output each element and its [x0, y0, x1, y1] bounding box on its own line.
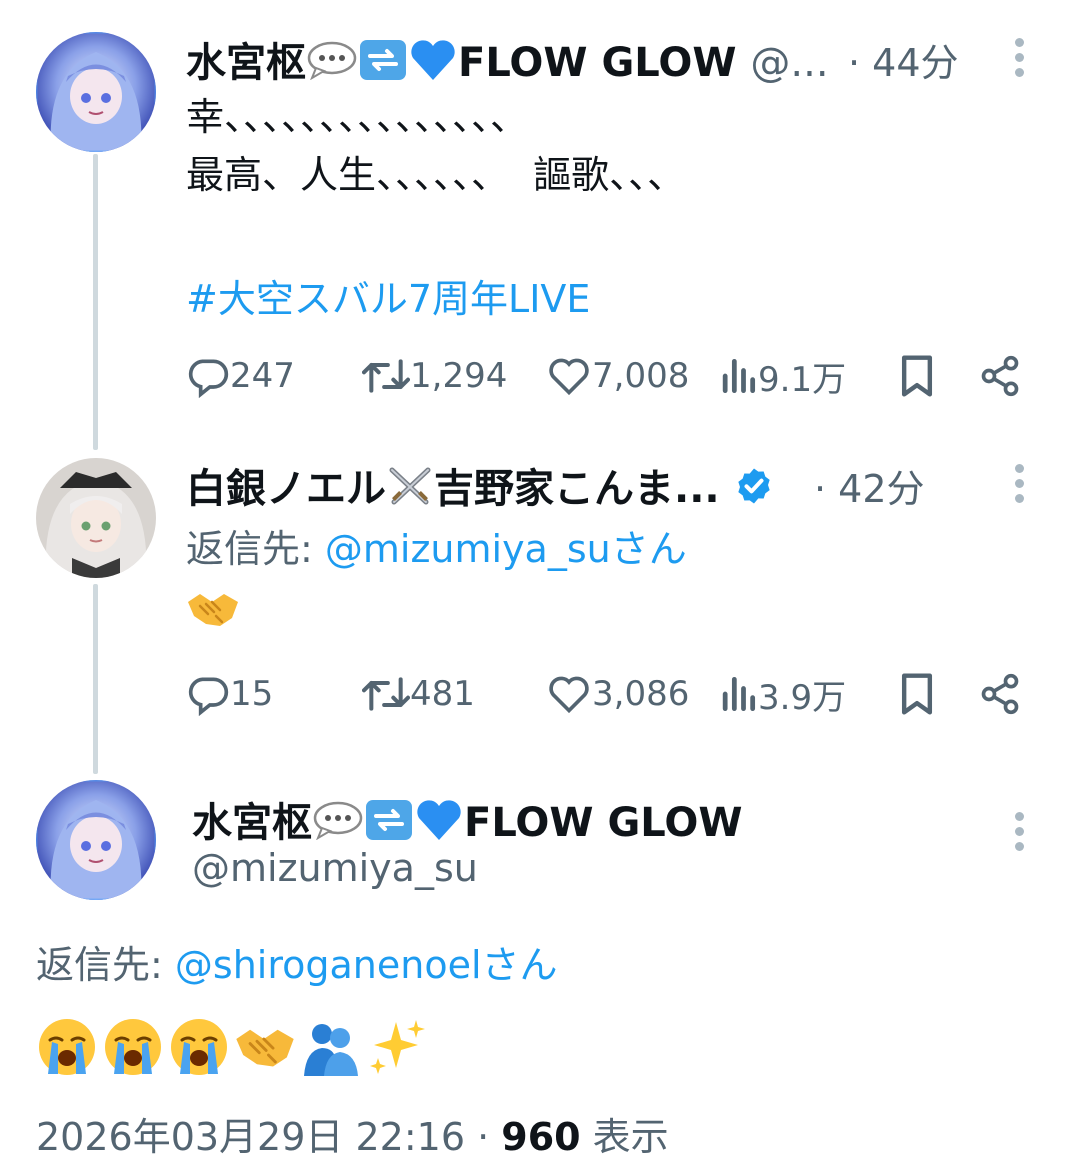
bookmark-icon [901, 673, 933, 715]
share-button[interactable] [978, 346, 1022, 406]
handshake-icon [186, 588, 240, 634]
blue-heart-icon [414, 798, 464, 852]
tweet-actions: 247 1,294 7,008 9.1万 [186, 346, 1036, 406]
like-button[interactable]: 7,008 [546, 346, 689, 406]
views-count: 9.1万 [758, 359, 847, 400]
retweet-button[interactable]: 1,294 [362, 346, 507, 406]
display-name: 白銀ノエル [186, 466, 386, 512]
like-icon [549, 358, 589, 396]
reply-to: 返信先: @shiroganenoelさん [36, 934, 558, 989]
views-icon [722, 358, 756, 394]
avatar[interactable] [36, 780, 156, 900]
loudly-crying-face-icon [105, 1019, 161, 1075]
retweet-button[interactable]: 481 [362, 664, 475, 724]
reply-count: 15 [230, 674, 274, 714]
display-name-suffix: FLOW GLOW [458, 40, 737, 86]
more-icon[interactable] [1015, 464, 1025, 509]
like-icon [549, 676, 589, 714]
retweet-count: 481 [410, 674, 475, 714]
author-name[interactable]: 白銀ノエル 吉野家こんま... [186, 456, 774, 518]
author-name[interactable]: 水宮枢 FLOW GLOW [192, 790, 742, 852]
timestamp-line: 2026年03月29日 22:16 · 960 表示 [36, 1106, 669, 1161]
crossed-swords-icon [386, 464, 434, 518]
repeat-button-icon [358, 38, 408, 92]
more-icon[interactable] [1015, 812, 1025, 857]
handshake-icon [236, 1029, 294, 1067]
people-hugging-icon [304, 1024, 358, 1076]
views-button[interactable]: 3.9万 [718, 664, 846, 724]
retweet-count: 1,294 [410, 356, 508, 396]
main-tweet-body [36, 1014, 428, 1080]
avatar[interactable] [36, 32, 156, 152]
reply-to-mention[interactable]: @shiroganenoel [175, 943, 482, 987]
handle[interactable]: @mizumiya_su [192, 846, 478, 890]
reply-button[interactable]: 247 [186, 346, 295, 406]
display-name: 水宮枢 [186, 40, 306, 86]
display-name-suffix: 吉野家こんま... [434, 466, 720, 512]
share-icon [981, 355, 1019, 397]
timestamp[interactable]: 2026年03月29日 22:16 · [36, 1115, 501, 1159]
tweet-time[interactable]: · 44分 [848, 32, 959, 87]
reply-count: 247 [230, 356, 295, 396]
tweet-time[interactable]: · 42分 [814, 458, 925, 513]
speech-bubble-icon [306, 40, 358, 90]
reply-to-suffix: さん [481, 943, 558, 987]
tweet-actions: 15 481 3,086 3.9万 [186, 664, 1036, 724]
views-icon [722, 676, 756, 712]
reply-to-label: 返信先: [186, 527, 325, 571]
reply-icon [188, 359, 229, 398]
retweet-icon [362, 359, 410, 393]
sparkles-icon [370, 1020, 425, 1074]
like-button[interactable]: 3,086 [546, 664, 689, 724]
view-count: 960 [501, 1115, 581, 1159]
like-count: 3,086 [592, 674, 690, 714]
reply-to: 返信先: @mizumiya_suさん [186, 518, 687, 573]
reply-icon [188, 677, 229, 716]
thread-line-2 [93, 584, 98, 774]
blue-heart-icon [408, 38, 458, 92]
verified-badge-icon [734, 466, 774, 516]
reply-to-suffix: さん [610, 527, 687, 571]
thread-line-1 [93, 154, 98, 450]
like-count: 7,008 [592, 356, 690, 396]
bookmark-button[interactable] [898, 346, 936, 406]
reply-to-label: 返信先: [36, 943, 175, 987]
display-name: 水宮枢 [192, 800, 312, 846]
reply-button[interactable]: 15 [186, 664, 273, 724]
loudly-crying-face-icon [171, 1019, 227, 1075]
views-count: 3.9万 [758, 677, 847, 718]
share-button[interactable] [978, 664, 1022, 724]
bookmark-icon [901, 355, 933, 397]
bookmark-button[interactable] [898, 664, 936, 724]
repeat-button-icon [364, 798, 414, 852]
views-button[interactable]: 9.1万 [718, 346, 846, 406]
more-icon[interactable] [1015, 38, 1025, 83]
view-label: 表示 [580, 1115, 669, 1159]
speech-bubble-icon [312, 800, 364, 850]
author-name[interactable]: 水宮枢 FLOW GLOW @... [186, 30, 829, 92]
loudly-crying-face-icon [39, 1019, 95, 1075]
hashtag-link[interactable]: #大空スバル7周年LIVE [186, 268, 590, 323]
tweet-body-line-1: 幸、、、、、、、、、、、、、、、 [186, 95, 529, 139]
handle[interactable]: @... [750, 40, 828, 86]
share-icon [981, 673, 1019, 715]
reply-to-mention[interactable]: @mizumiya_su [325, 527, 611, 571]
retweet-icon [362, 677, 410, 711]
avatar[interactable] [36, 458, 156, 578]
display-name-suffix: FLOW GLOW [464, 800, 743, 846]
tweet-body-line-2: 最高、人生、、、、、、 謳歌、、、 [186, 153, 686, 197]
